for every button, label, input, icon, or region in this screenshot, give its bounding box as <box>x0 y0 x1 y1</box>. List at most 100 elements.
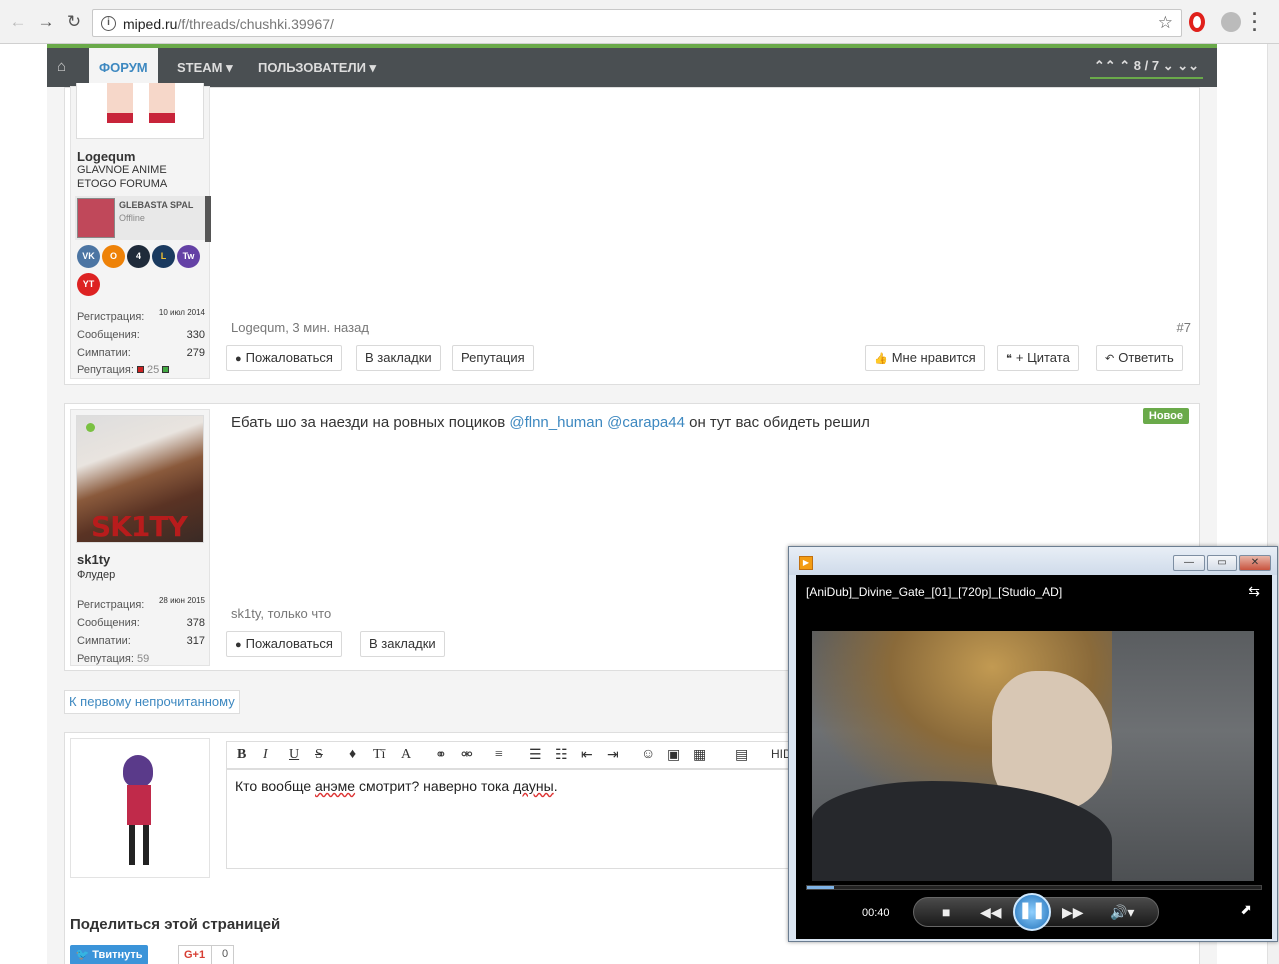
tab-users[interactable]: ПОЛЬЗОВАТЕЛИ ▾ <box>248 48 386 87</box>
twitter-icon: 🐦 <box>75 949 93 961</box>
volume-icon[interactable]: 🔊▾ <box>1110 904 1134 921</box>
reputation-button[interactable]: Репутация <box>452 345 534 371</box>
indent-icon[interactable]: ⇥ <box>607 747 619 764</box>
vk-icon[interactable]: VK <box>77 245 100 268</box>
player-titlebar[interactable]: ▶ — ▭ ✕ <box>789 547 1277 575</box>
post-meta[interactable]: sk1ty, только что <box>231 606 331 621</box>
bookmark-star-icon[interactable]: ☆ <box>1158 13 1173 33</box>
stat-value: 378 <box>186 617 205 629</box>
stat-value: 28 июн 2015 <box>158 596 205 605</box>
color-icon[interactable]: ♦ <box>349 747 356 763</box>
reload-icon[interactable]: ↻ <box>64 12 84 32</box>
steam-icon[interactable]: 4 <box>127 245 150 268</box>
maximize-button[interactable]: ▭ <box>1207 555 1237 571</box>
mention-link[interactable]: @carapa44 <box>607 414 685 431</box>
globe-icon[interactable] <box>1221 12 1241 32</box>
page-navigator[interactable]: ⌃⌃ ⌃ 8 / 7 ⌄ ⌄⌄ <box>1089 58 1203 79</box>
first-unread-link[interactable]: К первому непрочитанному <box>64 690 240 714</box>
switch-to-library-icon[interactable]: ⇆ <box>1248 583 1260 600</box>
italic-icon[interactable]: I <box>263 747 268 763</box>
stat-label: Репутация: <box>77 364 134 376</box>
font-size-icon[interactable]: Tī <box>373 747 385 763</box>
report-button[interactable]: ● Пожаловаться <box>226 345 342 371</box>
tab-forum[interactable]: ФОРУМ <box>89 48 158 87</box>
url-text: miped.ru/f/threads/chushki.39967/ <box>123 16 334 32</box>
media-player-window[interactable]: ▶ — ▭ ✕ [AniDub]_Divine_Gate_[01]_[720p]… <box>788 546 1278 942</box>
bold-icon[interactable]: B <box>237 747 246 763</box>
media-icon[interactable]: ▦ <box>693 747 706 764</box>
mention-link[interactable]: @flnn_human <box>509 414 603 431</box>
username[interactable]: sk1ty <box>77 552 110 567</box>
message-text: он тут вас обидеть решил <box>684 414 870 431</box>
smilie-icon[interactable]: ☺ <box>641 747 655 763</box>
stat-messages: Сообщения: 330 <box>77 329 205 341</box>
link-icon[interactable]: ⚭ <box>435 747 447 764</box>
rewind-icon[interactable]: ◀◀ <box>980 904 1002 921</box>
seek-bar[interactable] <box>806 885 1262 890</box>
stat-likes: Симпатии: 317 <box>77 635 205 647</box>
post-number[interactable]: #7 <box>1177 320 1191 335</box>
video-title: [AniDub]_Divine_Gate_[01]_[720p]_[Studio… <box>806 585 1063 599</box>
misspelled-word[interactable]: анэме <box>315 778 355 794</box>
back-icon[interactable]: ← <box>8 12 28 32</box>
tab-steam[interactable]: STEAM ▾ <box>167 48 243 87</box>
elapsed-time: 00:40 <box>862 907 890 919</box>
stat-reputation: Репутация: 25 <box>77 364 205 376</box>
align-left-icon[interactable]: ≡ <box>495 747 503 763</box>
stat-value: 25 <box>147 364 160 376</box>
post-meta[interactable]: Logequm, 3 мин. назад <box>231 320 369 335</box>
steam-name: GLEBASTA SPAL <box>119 200 194 210</box>
unlink-icon[interactable]: ⚮ <box>461 747 473 764</box>
quote-label: + Цитата <box>1015 350 1070 365</box>
underline-icon[interactable]: U <box>289 747 299 763</box>
steam-avatar <box>77 198 115 238</box>
rep-minus-icon[interactable] <box>136 366 144 373</box>
stop-icon[interactable]: ■ <box>942 904 950 920</box>
forward-icon[interactable]: → <box>36 12 56 32</box>
gplus-button[interactable]: G+1 0 <box>178 945 234 964</box>
steam-widget[interactable]: GLEBASTA SPAL Offline <box>75 196 211 242</box>
numbered-list-icon[interactable]: ☷ <box>555 747 568 764</box>
close-button[interactable]: ✕ <box>1239 555 1271 571</box>
stat-label: Сообщения: <box>77 329 140 341</box>
editor-text: смотрит? наверно тока <box>355 778 514 794</box>
home-icon[interactable]: ⌂ <box>57 58 66 75</box>
save-draft-icon[interactable]: ▤ <box>735 747 748 764</box>
menu-icon[interactable]: · · · <box>1252 5 1258 39</box>
info-icon[interactable]: i <box>101 16 116 31</box>
outdent-icon[interactable]: ⇤ <box>581 747 593 764</box>
fullscreen-icon[interactable]: ⬈ <box>1240 901 1252 918</box>
odnoklassniki-icon[interactable]: O <box>102 245 125 268</box>
pause-button[interactable]: ❚❚ <box>1013 893 1051 931</box>
stat-value: 59 <box>136 653 150 665</box>
quote-button[interactable]: ❝ + Цитата <box>997 345 1079 371</box>
avatar[interactable]: SK1TY <box>76 415 204 543</box>
league-icon[interactable]: L <box>152 245 175 268</box>
video-area[interactable]: [AniDub]_Divine_Gate_[01]_[720p]_[Studio… <box>796 575 1272 939</box>
strikethrough-icon[interactable]: S <box>315 747 323 763</box>
stat-label: Симпатии: <box>77 347 131 359</box>
stat-value: 330 <box>186 329 205 341</box>
misspelled-word[interactable]: дауны <box>513 778 554 794</box>
bookmark-button[interactable]: В закладки <box>360 631 445 657</box>
rep-plus-icon[interactable] <box>162 366 170 373</box>
minimize-button[interactable]: — <box>1173 555 1205 571</box>
report-button[interactable]: ● Пожаловаться <box>226 631 342 657</box>
like-button[interactable]: 👍 Мне нравится <box>865 345 985 371</box>
username[interactable]: Logequm <box>77 149 136 164</box>
avatar[interactable] <box>76 83 204 139</box>
stat-label: Сообщения: <box>77 617 140 629</box>
fast-forward-icon[interactable]: ▶▶ <box>1062 904 1084 921</box>
youtube-icon[interactable]: YT <box>77 273 100 296</box>
like-label: Мне нравится <box>891 350 976 365</box>
font-icon[interactable]: A <box>401 747 411 763</box>
reply-button[interactable]: ↶ Ответить <box>1096 345 1183 371</box>
address-bar[interactable]: i miped.ru/f/threads/chushki.39967/ ☆ <box>92 9 1182 37</box>
bullet-list-icon[interactable]: ☰ <box>529 747 542 764</box>
message-text: Ебать шо за наезди на ровных поциков <box>231 414 510 431</box>
tweet-button[interactable]: 🐦 Твитнуть <box>70 945 148 964</box>
opera-icon[interactable] <box>1189 12 1205 32</box>
bookmark-button[interactable]: В закладки <box>356 345 441 371</box>
twitch-icon[interactable]: Tw <box>177 245 200 268</box>
image-icon[interactable]: ▣ <box>667 747 680 764</box>
